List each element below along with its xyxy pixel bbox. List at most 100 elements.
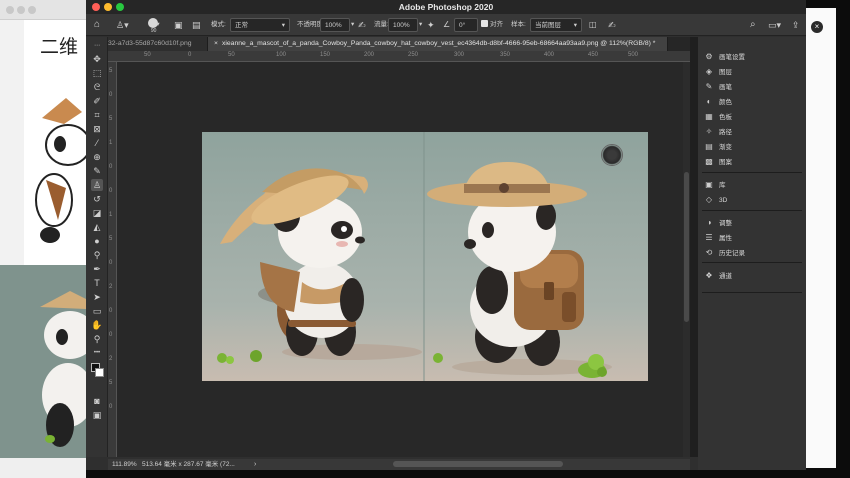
aligned-checkbox[interactable]: 对齐 [481,18,503,32]
vertical-scroll-thumb[interactable] [684,172,689,322]
panel-item-gradient[interactable]: ▤ 渐变 [704,141,732,153]
clone-stamp-tool-icon[interactable]: ♙▾ [116,18,129,32]
color-swatches[interactable] [91,363,104,381]
toggle-brush-settings-icon[interactable]: ▣ [174,18,183,32]
flow-dropdown-icon[interactable]: ▾ [419,18,422,32]
opacity-dropdown-icon[interactable]: ▾ [351,18,354,32]
panel-item-brush-settings[interactable]: ⚙ 画笔设置 [704,51,745,63]
panel-item-properties[interactable]: ☰ 属性 [704,232,732,244]
window-maximize-button[interactable] [116,3,124,11]
panel-item-label: 色板 [719,114,732,121]
clone-stamp-tool-icon[interactable]: ♙ [91,179,103,191]
angle-icon: ∠ [443,20,451,29]
path-select-tool-icon[interactable]: ➤ [91,291,103,303]
panel-item-brush[interactable]: ✎ 画笔 [704,81,732,93]
paint-bucket-tool-icon[interactable]: ◭ [91,221,103,233]
ruler-tick-label: 0 [109,404,113,410]
tab-document-1[interactable]: 32-a7d3-55d87c60d10f.png [102,37,208,51]
angle-input[interactable]: 0° [454,18,478,32]
panel-item-layers[interactable]: ◈ 图层 [704,66,732,78]
checkbox-checked-icon [481,20,488,27]
adjustments-icon: ◑ [706,218,712,227]
eraser-tool-icon[interactable]: ◪ [91,207,103,219]
hand-tool-icon[interactable]: ✋ [91,319,103,331]
tab-label: xieanne_a_mascot_of_a_panda_Cowboy_Panda… [221,40,656,47]
window-minimize-button[interactable] [104,3,112,11]
panel-item-3d[interactable]: ◇ 3D [704,194,727,206]
tab-document-active[interactable]: × xieanne_a_mascot_of_a_panda_Cowboy_Pand… [208,37,668,51]
ruler-tick-label: 50 [144,52,151,58]
flow-input[interactable]: 100% [388,18,418,32]
marquee-tool-icon[interactable]: ⬚ [91,67,103,79]
pressure-size-icon[interactable]: ✍ [608,18,616,32]
background-heading: 二维 [40,36,79,58]
panels-dock: ⚙ 画笔设置 ◈ 图层 ✎ 画笔 ◐ 颜色 ▦ 色板 ✧ 路径 ▤ 渐变 ▩ 图案 ▣ 库 ◇ 3D ◑ 调整 ☰ 属性 ⟲ 历史… [698,37,806,470]
panel-item-history[interactable]: ⟲ 历史记录 [704,247,745,259]
more-tools-icon[interactable]: ••• [91,347,103,359]
canvas-area[interactable] [117,62,683,457]
ignore-adjustment-layers-icon[interactable]: ◫ [589,18,597,32]
frame-tool-icon[interactable]: ⊠ [91,123,103,135]
shape-tool-icon[interactable]: ▭ [91,305,103,317]
panel-collapse-strip[interactable] [690,37,698,457]
brush-tool-icon[interactable]: ✎ [91,165,103,177]
ruler-tick-label: 0 [109,188,113,194]
channels-icon: ❖ [705,271,713,280]
search-icon[interactable]: ⌕ [750,18,756,32]
brush-preset-picker[interactable]: 90▾ [148,18,160,34]
panel-item-label: 3D [719,197,728,204]
close-icon[interactable]: × [811,21,823,33]
opacity-input[interactable]: 100% [320,18,350,32]
zoom-level[interactable]: 111.89% [112,459,137,470]
history-brush-tool-icon[interactable]: ↺ [91,193,103,205]
vertical-scrollbar[interactable] [683,62,690,457]
sample-label: 样本: [511,21,526,28]
share-icon[interactable]: ⇪ [792,18,800,32]
panel-item-label: 属性 [719,235,732,242]
pen-tool-icon[interactable]: ✒ [91,263,103,275]
screen-mode-icon[interactable]: ▣ [91,409,103,421]
panel-item-adjustments[interactable]: ◑ 调整 [704,217,732,229]
type-tool-icon[interactable]: T [91,277,103,289]
paths-icon: ✧ [705,127,713,136]
status-menu-icon[interactable]: › [254,459,256,470]
panel-item-paths[interactable]: ✧ 路径 [704,126,732,138]
dodge-tool-icon[interactable]: ⚲ [91,249,103,261]
healing-brush-tool-icon[interactable]: ⊕ [91,151,103,163]
background-color-swatch[interactable] [95,368,104,377]
zoom-tool-icon[interactable]: ⚲ [91,333,103,345]
home-icon[interactable]: ⌂ [94,18,100,32]
bg-min-dot[interactable] [17,6,25,14]
mode-value: 正常 [235,22,248,29]
lasso-tool-icon[interactable]: ᘓ [91,81,103,93]
history-icon: ⟲ [705,248,713,257]
ruler-tick-label: 0 [109,164,113,170]
pressure-opacity-icon[interactable]: ✍ [358,18,366,32]
panel-item-patterns[interactable]: ▩ 图案 [704,156,732,168]
panel-item-libraries[interactable]: ▣ 库 [704,179,725,191]
sample-select[interactable]: 当前图层 ▾ [530,18,582,32]
workspace-icon[interactable]: ▭▾ [768,18,781,32]
panda-mascot-image [202,132,648,381]
panel-item-swatches[interactable]: ▦ 色板 [704,111,732,123]
mode-select[interactable]: 正常 ▾ [230,18,290,32]
horizontal-scroll-thumb[interactable] [393,461,563,467]
quick-select-tool-icon[interactable]: ✐ [91,95,103,107]
tab-close-icon[interactable]: × [214,40,218,47]
crop-tool-icon[interactable]: ⌗ [91,109,103,121]
panel-item-color[interactable]: ◐ 颜色 [704,96,732,108]
panel-item-channels[interactable]: ❖ 通道 [704,270,732,282]
quick-mask-icon[interactable]: ◙ [91,395,103,407]
document-image[interactable] [202,132,648,381]
eyedropper-tool-icon[interactable]: ⁄ [91,137,103,149]
airbrush-icon[interactable]: ✦ [427,18,435,32]
panel-separator [702,172,802,173]
horizontal-ruler: 50 0 50 100 150 200 250 300 350 400 450 500 [108,51,690,62]
blur-tool-icon[interactable]: ● [91,235,103,247]
window-close-button[interactable] [92,3,100,11]
bg-close-dot[interactable] [6,6,14,14]
bg-max-dot[interactable] [28,6,36,14]
ruler-tick-label: 5 [109,380,113,386]
move-tool-icon[interactable]: ✥ [91,53,103,65]
toggle-clone-source-icon[interactable]: ▤ [192,18,201,32]
